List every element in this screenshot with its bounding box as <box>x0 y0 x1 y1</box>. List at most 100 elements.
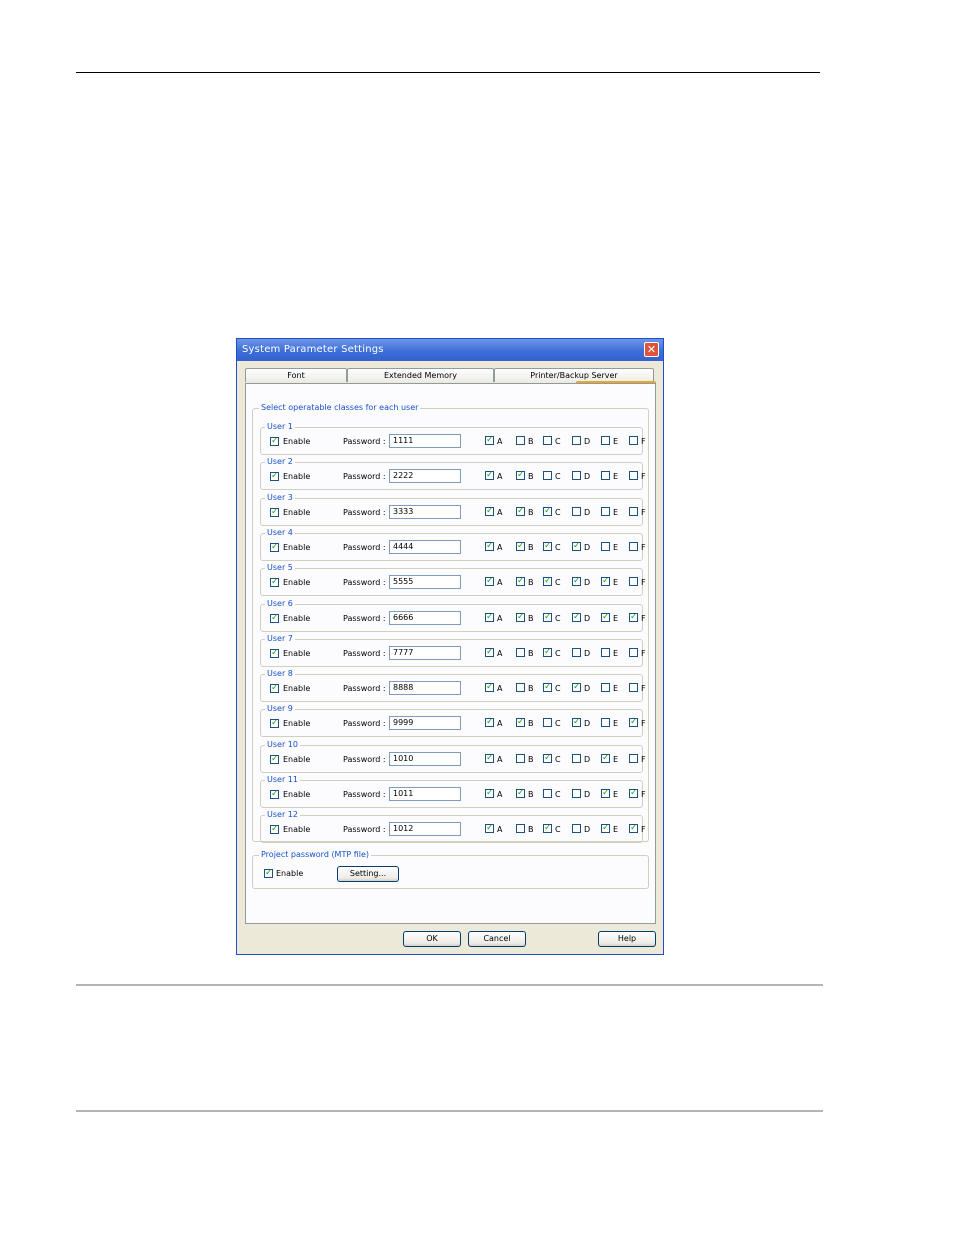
class-d-checkbox[interactable]: ✓ <box>572 718 581 728</box>
class-c-checkbox[interactable]: ✓ <box>543 541 552 551</box>
class-b-checkbox[interactable]: ✓ <box>516 577 525 587</box>
password-input[interactable]: 1111 <box>389 434 461 448</box>
user-enable-checkbox[interactable]: ✓ <box>270 684 279 694</box>
class-b-checkbox[interactable]: ✓ <box>516 471 525 481</box>
cancel-button[interactable]: Cancel <box>468 931 526 947</box>
user-enable-checkbox[interactable]: ✓ <box>270 578 279 588</box>
class-a-checkbox[interactable]: ✓ <box>485 541 494 551</box>
user-enable-checkbox[interactable]: ✓ <box>270 472 279 482</box>
class-d-checkbox[interactable] <box>572 647 581 657</box>
class-e-checkbox[interactable]: ✓ <box>601 577 610 587</box>
class-d-checkbox[interactable] <box>572 506 581 516</box>
class-c-checkbox[interactable] <box>543 471 552 481</box>
password-input[interactable]: 8888 <box>389 681 461 696</box>
class-f-checkbox[interactable] <box>629 436 638 445</box>
dialog-titlebar[interactable]: System Parameter Settings ✕ <box>237 339 663 361</box>
class-a-checkbox[interactable]: ✓ <box>485 647 494 657</box>
user-enable-checkbox[interactable]: ✓ <box>270 719 279 729</box>
user-enable-checkbox[interactable]: ✓ <box>270 754 279 764</box>
class-f-checkbox[interactable] <box>629 577 638 587</box>
user-enable-checkbox[interactable]: ✓ <box>270 825 279 835</box>
class-f-checkbox[interactable]: ✓ <box>629 612 638 622</box>
user-enable-checkbox[interactable]: ✓ <box>270 613 279 623</box>
tab-font[interactable]: Font <box>245 368 347 382</box>
password-input[interactable]: 7777 <box>389 645 461 660</box>
user-enable-checkbox[interactable]: ✓ <box>270 790 279 799</box>
class-d-checkbox[interactable] <box>572 471 581 481</box>
password-input[interactable]: 5555 <box>389 575 461 590</box>
close-icon[interactable]: ✕ <box>644 342 659 357</box>
ok-button[interactable]: OK <box>403 931 461 947</box>
class-a-checkbox[interactable]: ✓ <box>485 506 494 516</box>
project-password-enable-checkbox[interactable]: ✓ <box>264 869 273 878</box>
class-b-checkbox[interactable]: ✓ <box>516 506 525 516</box>
class-d-checkbox[interactable]: ✓ <box>572 541 581 551</box>
class-d-checkbox[interactable]: ✓ <box>572 683 581 693</box>
class-d-checkbox[interactable] <box>572 436 581 445</box>
class-e-checkbox[interactable]: ✓ <box>601 612 610 622</box>
class-a-checkbox[interactable]: ✓ <box>485 577 494 587</box>
class-c-checkbox[interactable]: ✓ <box>543 577 552 587</box>
class-d-checkbox[interactable] <box>572 753 581 763</box>
class-e-checkbox[interactable] <box>601 647 610 657</box>
class-d-checkbox[interactable] <box>572 789 581 798</box>
class-e-checkbox[interactable] <box>601 471 610 481</box>
class-b-checkbox[interactable]: ✓ <box>516 789 525 798</box>
class-f-checkbox[interactable] <box>629 647 638 657</box>
password-input[interactable]: 2222 <box>389 469 461 484</box>
tab-printer-backup-server[interactable]: Printer/Backup Server <box>494 368 654 382</box>
class-e-checkbox[interactable] <box>601 718 610 728</box>
class-e-checkbox[interactable]: ✓ <box>601 824 610 834</box>
class-d-checkbox[interactable] <box>572 824 581 834</box>
class-f-checkbox[interactable] <box>629 753 638 763</box>
class-c-checkbox[interactable]: ✓ <box>543 683 552 693</box>
class-c-checkbox[interactable]: ✓ <box>543 753 552 763</box>
password-input[interactable]: 9999 <box>389 716 461 731</box>
class-a-checkbox[interactable]: ✓ <box>485 824 494 834</box>
password-input[interactable]: 1012 <box>389 822 461 837</box>
class-f-checkbox[interactable] <box>629 471 638 481</box>
setting-button[interactable]: Setting... <box>337 866 399 882</box>
class-a-checkbox[interactable]: ✓ <box>485 789 494 798</box>
password-input[interactable]: 4444 <box>389 539 461 554</box>
class-f-checkbox[interactable]: ✓ <box>629 789 638 798</box>
password-input[interactable]: 1011 <box>389 787 461 801</box>
class-e-checkbox[interactable]: ✓ <box>601 789 610 798</box>
class-c-checkbox[interactable]: ✓ <box>543 612 552 622</box>
tab-extended-memory[interactable]: Extended Memory <box>347 368 494 382</box>
class-f-checkbox[interactable]: ✓ <box>629 718 638 728</box>
class-c-checkbox[interactable]: ✓ <box>543 647 552 657</box>
user-enable-checkbox[interactable]: ✓ <box>270 542 279 552</box>
class-b-checkbox[interactable]: ✓ <box>516 718 525 728</box>
class-a-checkbox[interactable]: ✓ <box>485 471 494 481</box>
class-c-checkbox[interactable] <box>543 789 552 798</box>
password-input[interactable]: 3333 <box>389 504 461 519</box>
class-f-checkbox[interactable] <box>629 541 638 551</box>
class-b-checkbox[interactable] <box>516 647 525 657</box>
class-a-checkbox[interactable]: ✓ <box>485 753 494 763</box>
class-b-checkbox[interactable]: ✓ <box>516 541 525 551</box>
class-d-checkbox[interactable]: ✓ <box>572 577 581 587</box>
class-e-checkbox[interactable] <box>601 541 610 551</box>
class-a-checkbox[interactable]: ✓ <box>485 436 494 445</box>
user-enable-checkbox[interactable]: ✓ <box>270 648 279 658</box>
class-b-checkbox[interactable]: ✓ <box>516 612 525 622</box>
class-a-checkbox[interactable]: ✓ <box>485 683 494 693</box>
class-f-checkbox[interactable] <box>629 683 638 693</box>
class-e-checkbox[interactable] <box>601 683 610 693</box>
class-c-checkbox[interactable] <box>543 718 552 728</box>
class-b-checkbox[interactable] <box>516 683 525 693</box>
class-b-checkbox[interactable] <box>516 824 525 834</box>
class-f-checkbox[interactable]: ✓ <box>629 824 638 834</box>
class-e-checkbox[interactable]: ✓ <box>601 753 610 763</box>
class-c-checkbox[interactable]: ✓ <box>543 506 552 516</box>
class-d-checkbox[interactable]: ✓ <box>572 612 581 622</box>
class-e-checkbox[interactable] <box>601 506 610 516</box>
class-b-checkbox[interactable] <box>516 436 525 445</box>
user-enable-checkbox[interactable]: ✓ <box>270 507 279 517</box>
password-input[interactable]: 1010 <box>389 751 461 766</box>
help-button[interactable]: Help <box>598 931 656 947</box>
class-a-checkbox[interactable]: ✓ <box>485 718 494 728</box>
class-a-checkbox[interactable]: ✓ <box>485 612 494 622</box>
class-c-checkbox[interactable]: ✓ <box>543 824 552 834</box>
